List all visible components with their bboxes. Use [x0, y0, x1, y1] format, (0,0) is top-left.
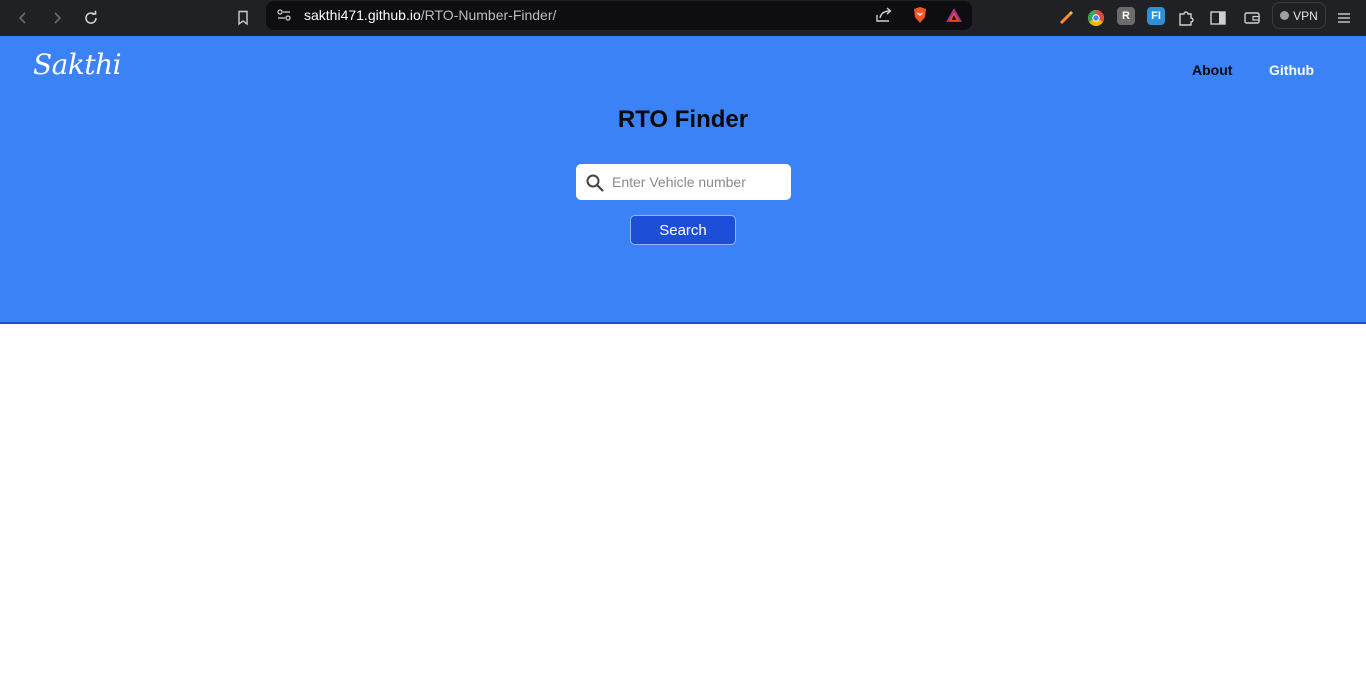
site-info-icon[interactable] [272, 3, 296, 27]
wallet-icon[interactable] [1240, 6, 1264, 30]
hero-section: Sakthi About Github RTO Finder Search [0, 36, 1366, 324]
search-button[interactable]: Search [630, 215, 736, 245]
site-logo[interactable]: Sakthi [33, 48, 122, 81]
url-host: sakthi471.github.io [304, 7, 421, 23]
vpn-status-icon [1280, 11, 1290, 20]
back-icon[interactable] [11, 6, 35, 30]
extension-fi-icon[interactable]: FI [1147, 7, 1165, 25]
forward-icon[interactable] [45, 6, 69, 30]
menu-icon[interactable] [1332, 6, 1356, 30]
search-box [576, 164, 791, 200]
sidebar-icon[interactable] [1206, 6, 1230, 30]
browser-toolbar: sakthi471.github.io/RTO-Number-Finder/ R… [0, 0, 1366, 36]
bookmark-icon[interactable] [231, 6, 255, 30]
url-path: /RTO-Number-Finder/ [420, 7, 557, 23]
url-text[interactable]: sakthi471.github.io/RTO-Number-Finder/ [304, 7, 556, 23]
extension-chrome-icon[interactable] [1084, 6, 1108, 30]
vpn-button[interactable]: VPN [1272, 2, 1326, 29]
nav-about-link[interactable]: About [1192, 62, 1232, 78]
vehicle-number-input[interactable] [612, 164, 784, 200]
brave-shields-icon[interactable] [908, 3, 932, 27]
extension-r-icon[interactable]: R [1117, 7, 1135, 25]
share-icon[interactable] [872, 3, 896, 27]
extensions-puzzle-icon[interactable] [1174, 6, 1198, 30]
address-bar[interactable]: sakthi471.github.io/RTO-Number-Finder/ [266, 1, 972, 30]
vpn-label: VPN [1293, 8, 1318, 23]
reload-icon[interactable] [79, 6, 103, 30]
nav-github-link[interactable]: Github [1269, 62, 1314, 78]
extension-pen-icon[interactable] [1054, 6, 1078, 30]
brave-rewards-icon[interactable] [942, 3, 966, 27]
page-title: RTO Finder [617, 106, 749, 133]
search-icon [586, 174, 604, 192]
